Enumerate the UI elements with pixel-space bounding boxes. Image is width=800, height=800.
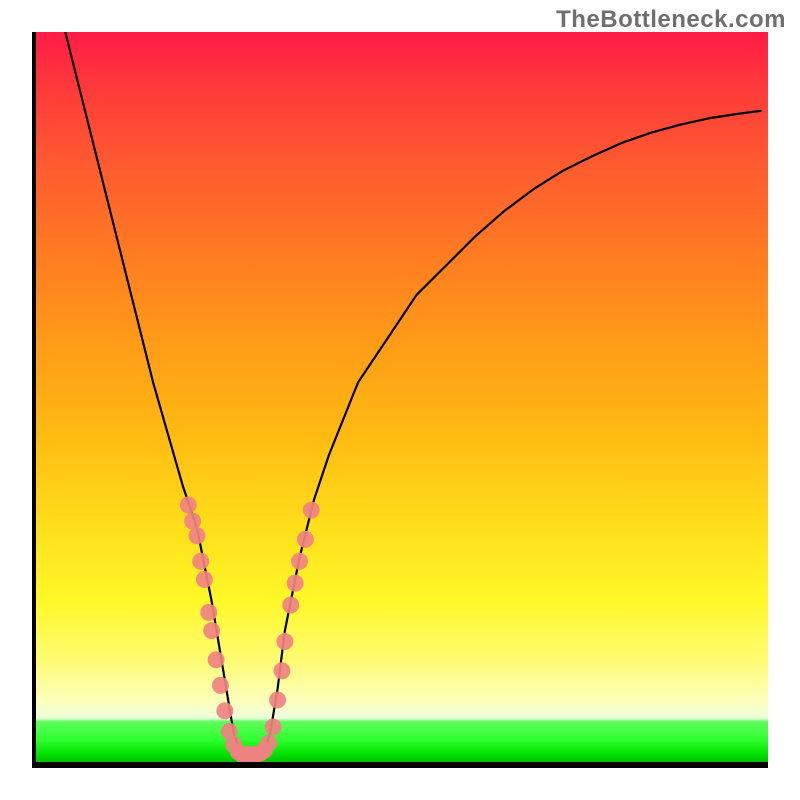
sample-point xyxy=(274,662,291,679)
sample-point xyxy=(184,513,201,530)
watermark-text: TheBottleneck.com xyxy=(556,6,786,34)
sample-point xyxy=(269,691,286,708)
sample-point xyxy=(276,633,293,650)
sample-point xyxy=(265,718,282,735)
sample-point xyxy=(297,531,314,548)
sample-point xyxy=(216,702,233,719)
bottleneck-curve xyxy=(65,32,760,758)
sample-point xyxy=(260,735,277,752)
sample-point xyxy=(212,677,229,694)
sample-point xyxy=(203,622,220,639)
sample-point xyxy=(208,651,225,668)
sample-point xyxy=(180,497,197,514)
sample-point xyxy=(196,571,213,588)
sample-point xyxy=(200,604,217,621)
chart-frame: TheBottleneck.com xyxy=(0,0,800,800)
sample-point xyxy=(303,502,320,519)
sample-point xyxy=(291,553,308,570)
sample-point xyxy=(287,575,304,592)
chart-overlay xyxy=(36,32,768,762)
sample-point xyxy=(189,527,206,544)
sample-point xyxy=(282,597,299,614)
sample-points xyxy=(180,497,320,762)
sample-point xyxy=(192,553,209,570)
plot-area xyxy=(32,32,768,768)
